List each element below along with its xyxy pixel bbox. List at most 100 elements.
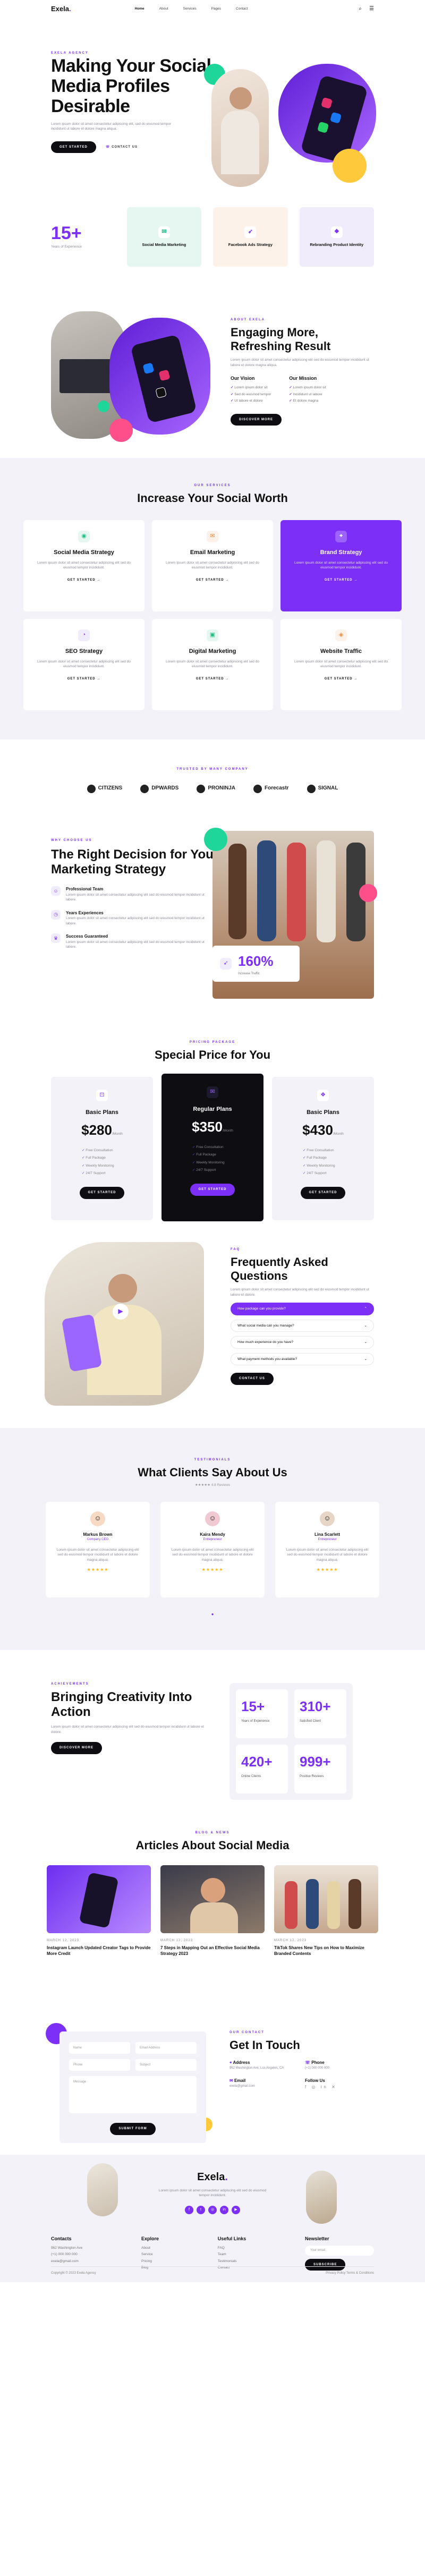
logo[interactable]: Exela. [51,4,71,14]
nav-pages[interactable]: Pages [211,6,221,11]
get-started-button[interactable]: GET STARTED [51,141,96,154]
trusted-section: TRUSTED BY MANY COMPANY CITIZENS DPWARDS… [0,739,425,822]
footer-link[interactable]: Pricing [141,2259,159,2264]
footer-link[interactable]: About [141,2246,159,2250]
blog-card[interactable]: MARCH 12, 2023 Instagram Launch Updated C… [47,1865,151,1957]
menu-icon[interactable]: ☰ [369,5,374,13]
service-card-highlighted[interactable]: ✦ Brand Strategy Lorem ipsum dolor sit ame… [280,520,402,612]
service-link[interactable]: GET STARTED → [32,578,136,583]
testimonials-section: TESTIMONIALS What Clients Say About Us ★… [0,1428,425,1650]
traffic-icon: ◈ [335,630,347,642]
about-kicker: ABOUT EXELA [231,318,266,321]
achievements-title: Bringing Creativity Into Action [51,1689,192,1720]
service-card[interactable]: ◔ SEO Strategy Lorem ipsum dolor sit amet … [23,619,144,711]
nav-services[interactable]: Services [183,6,197,11]
contact-kicker: OUR CONTACT [230,2031,265,2034]
about-section: ABOUT EXELA Engaging More, Refreshing Re… [0,288,425,458]
faq-question[interactable]: What payment methods you available? ⌄ [231,1353,374,1365]
contact-us-link[interactable]: ☏ CONTACT US [106,145,138,150]
email-field[interactable]: Email Address [135,2042,197,2054]
service-link[interactable]: GET STARTED → [32,677,136,682]
pricing-get-started-button[interactable]: GET STARTED [190,1184,235,1196]
rating-summary: ★★★★★ 4.8 Reviews [194,1483,231,1487]
service-card[interactable]: ▣ Digital Marketing Lorem ipsum dolor sit … [152,619,273,711]
email-block: ✉ Email exela@gmail.com [230,2078,255,2088]
decor-circle [204,828,227,851]
blog-image [274,1865,378,1934]
legal-links[interactable]: Privacy Policy Terms & Conditions [326,2271,374,2276]
service-link[interactable]: GET STARTED → [160,677,265,682]
faq-contact-button[interactable]: CONTACT US [231,1373,274,1385]
footer-description: Lorem ipsum dolor sit amet consectetur a… [158,2189,267,2198]
stat-box: 15+ Years of Experience [236,1689,288,1738]
about-image-phone [109,318,210,435]
social-icons[interactable]: f ◎ in ✕ [305,2084,373,2090]
submit-form-button[interactable]: SUBMIT FORM [110,2123,156,2135]
phone-icon: ☏ [105,145,112,149]
about-title: Engaging More, Refreshing Result [231,325,331,353]
faq-question-open[interactable]: How package can you provide? ⌃ [231,1303,374,1315]
company-logo: SIGNAL [307,784,338,793]
megaphone-icon: ✉ [158,226,170,238]
subject-field[interactable]: Subject [135,2059,197,2071]
feature-card[interactable]: ❖ Rebranding Product Identity [299,207,374,267]
nav-about[interactable]: About [159,6,168,11]
contact-title: Get In Touch [230,2038,300,2052]
nav-contact[interactable]: Contact [236,6,248,11]
footer-link[interactable]: Service [141,2252,159,2257]
phone-field[interactable]: Phone [69,2059,130,2071]
about-description: Lorem ipsum dolor sit amet consectetur a… [231,358,369,367]
achievements-discover-button[interactable]: DISCOVER MORE [51,1742,103,1754]
pricing-get-started-button[interactable]: GET STARTED [300,1187,346,1200]
service-link[interactable]: GET STARTED → [289,677,393,682]
pricing-section: PRICING PACKAGE Special Price for You ⊡ … [0,1024,425,1222]
decor-circle [333,149,367,183]
play-icon[interactable]: ▶ [113,1304,129,1320]
service-link[interactable]: GET STARTED → [160,578,265,583]
faq-question[interactable]: How much experience do you have? ⌄ [231,1336,374,1349]
carousel-dots[interactable]: ● [0,1611,425,1618]
footer-link[interactable]: FAQ [218,2246,246,2250]
linkedin-icon[interactable]: in [220,2205,228,2214]
footer-link[interactable]: Testimonials [218,2259,246,2264]
service-card[interactable]: ◉ Social Media Strategy Lorem ipsum dolor … [23,520,144,612]
blog-card[interactable]: MARCH 12, 2023 7 Steps in Mapping Out an … [160,1865,265,1957]
discover-more-button[interactable]: DISCOVER MORE [231,413,282,426]
site-footer: Exela. Lorem ipsum dolor sit amet consec… [0,2155,425,2282]
stat-box: 310+ Satisfied Client [294,1689,346,1738]
footer-link[interactable]: Team [218,2252,246,2257]
instagram-icon[interactable]: ◎ [208,2205,217,2214]
service-link[interactable]: GET STARTED → [289,578,393,583]
experience-label: Years of Experience [51,245,82,249]
newsletter-input[interactable]: Your email [305,2245,374,2256]
hero-kicker: EXELA AGENCY [51,52,89,55]
blog-card[interactable]: MARCH 12, 2023 TikTok Shares New Tips on … [274,1865,378,1957]
target-icon: ◉ [78,531,90,543]
feature-card[interactable]: ✉ Social Media Marketing [126,207,202,267]
faq-question[interactable]: What social media can you manage? ⌄ [231,1319,374,1332]
message-field[interactable]: Message [69,2076,197,2113]
service-card[interactable]: ◈ Website Traffic Lorem ipsum dolor sit am… [280,619,402,711]
testimonial-card: ☺ Kaira Mendy Entrepreneur Lorem ipsum dolo… [160,1501,265,1597]
feature-card[interactable]: ➶ Facebook Ads Strategy [213,207,288,267]
name-field[interactable]: Name [69,2042,130,2054]
lock-icon: ⊡ [96,1090,108,1102]
phone-block: ☏ Phone (+1) 000 000 000 [305,2060,329,2070]
faq-kicker: FAQ [231,1248,241,1251]
pricing-get-started-button[interactable]: GET STARTED [79,1187,125,1200]
chevron-up-icon: ⌃ [364,1307,367,1311]
box-icon: ❖ [317,1090,329,1102]
facebook-icon[interactable]: f [185,2205,193,2214]
site-header: Exela. Home About Services Pages Contact… [0,0,425,18]
twitter-icon[interactable]: t [197,2205,205,2214]
services-kicker: OUR SERVICES [194,484,231,487]
contact-section: Name Email Address Phone Subject Message S… [0,2011,425,2155]
service-card[interactable]: ✉ Email Marketing Lorem ipsum dolor sit am… [152,520,273,612]
mission-title: Our Mission [289,376,317,381]
youtube-icon[interactable]: ▶ [232,2205,240,2214]
blog-section: BLOG & NEWS Articles About Social Media … [0,1809,425,2011]
search-icon[interactable]: ⌕ [359,5,362,13]
stat-box: 999+ Positive Reviews [294,1745,346,1793]
nav-home[interactable]: Home [135,6,144,11]
trusted-kicker: TRUSTED BY MANY COMPANY [176,768,249,771]
